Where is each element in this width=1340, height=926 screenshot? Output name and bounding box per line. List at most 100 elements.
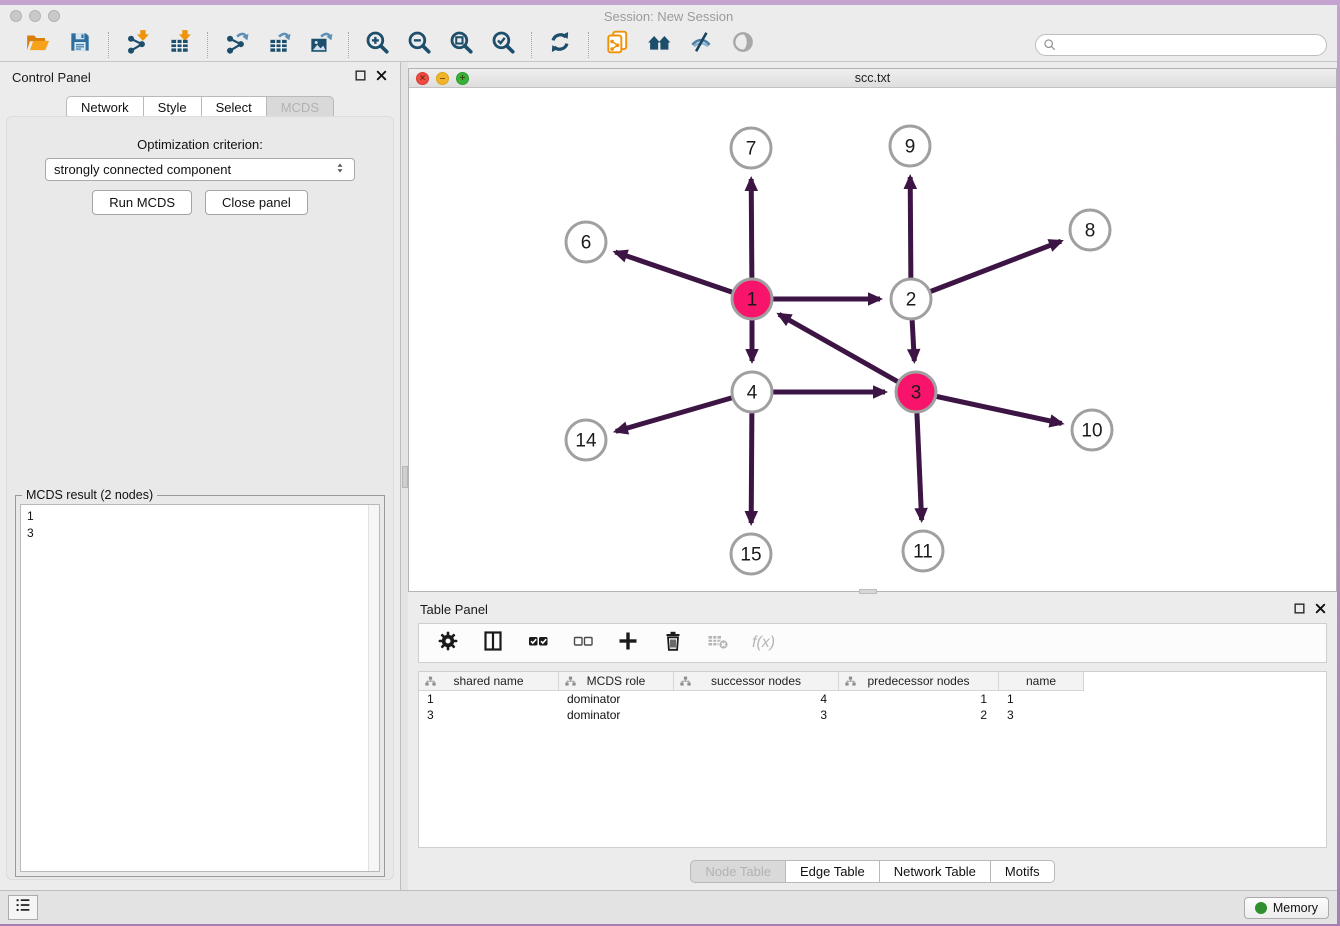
run-mcds-button[interactable]: Run MCDS	[92, 190, 192, 215]
toolbar-group	[109, 30, 207, 60]
network-canvas[interactable]: 7 9 6 8 1 2 4 3 14 10 15 11	[409, 88, 1336, 591]
table-cell[interactable]: 3	[999, 707, 1084, 723]
node-9[interactable]: 9	[890, 126, 930, 166]
table-cell[interactable]: 2	[839, 707, 999, 723]
org-icon	[564, 675, 577, 688]
apply-layout-button[interactable]	[545, 30, 575, 60]
select-all-columns-button[interactable]	[525, 630, 551, 656]
float-table-panel-icon[interactable]	[1293, 602, 1306, 615]
column-header-name[interactable]: name	[999, 672, 1084, 691]
maximize-network-button[interactable]: +	[456, 72, 469, 85]
minimize-network-button[interactable]: –	[436, 72, 449, 85]
zoom-selected-icon	[490, 29, 516, 60]
criterion-dropdown[interactable]: strongly connected component	[45, 158, 355, 181]
table-cell[interactable]: 3	[674, 707, 839, 723]
hide-selected-button[interactable]	[686, 30, 716, 60]
export-network-icon	[223, 29, 249, 60]
column-header-predecessor-nodes[interactable]: predecessor nodes	[839, 672, 999, 691]
table-row[interactable]: 1dominator411	[419, 691, 1326, 707]
column-header-successor-nodes[interactable]: successor nodes	[674, 672, 839, 691]
main-toolbar	[0, 28, 1337, 62]
save-session-button[interactable]	[65, 30, 95, 60]
desktop-background: Session: New Session	[0, 0, 1340, 926]
edge-2-8[interactable]	[911, 241, 1061, 299]
close-table-panel-icon[interactable]	[1314, 602, 1327, 615]
float-panel-icon[interactable]	[354, 69, 367, 82]
table-tab-edge-table[interactable]: Edge Table	[786, 860, 880, 883]
svg-text:15: 15	[740, 545, 761, 566]
export-image-button[interactable]	[305, 30, 335, 60]
table-cell[interactable]: 1	[999, 691, 1084, 707]
search-wrap	[1035, 34, 1327, 56]
table-tab-network-table[interactable]: Network Table	[880, 860, 991, 883]
svg-text:2: 2	[906, 290, 917, 311]
show-all-button[interactable]	[728, 30, 758, 60]
node-15[interactable]: 15	[731, 534, 771, 574]
horizontal-splitter-grip[interactable]	[859, 589, 877, 594]
zoom-fit-button[interactable]	[446, 30, 476, 60]
zoom-in-button[interactable]	[362, 30, 392, 60]
edge-3-10[interactable]	[916, 392, 1062, 423]
mcds-result-textarea[interactable]: 13	[20, 504, 380, 872]
edge-3-1[interactable]	[779, 314, 916, 392]
show-columns-button[interactable]	[480, 630, 506, 656]
close-panel-icon[interactable]	[375, 69, 388, 82]
table-cell[interactable]: 4	[674, 691, 839, 707]
mcds-result-title: MCDS result (2 nodes)	[22, 488, 157, 502]
close-network-button[interactable]: ×	[416, 72, 429, 85]
table-options-button[interactable]	[435, 630, 461, 656]
node-1[interactable]: 1	[732, 279, 772, 319]
first-neighbors-button[interactable]	[644, 30, 674, 60]
app-titlebar: Session: New Session	[0, 5, 1337, 28]
table-cell[interactable]: dominator	[559, 691, 674, 707]
table-cell[interactable]: 1	[839, 691, 999, 707]
minimize-window-button[interactable]	[29, 10, 41, 22]
export-table-button[interactable]	[263, 30, 293, 60]
mcds-result-line: 1	[27, 508, 373, 525]
table-tab-node-table[interactable]: Node Table	[690, 860, 786, 883]
export-network-button[interactable]	[221, 30, 251, 60]
memory-button[interactable]: Memory	[1244, 897, 1329, 919]
column-header-MCDS-role[interactable]: MCDS role	[559, 672, 674, 691]
table-cell[interactable]: 3	[419, 707, 559, 723]
node-11[interactable]: 11	[903, 531, 943, 571]
svg-text:14: 14	[575, 431, 597, 452]
node-4[interactable]: 4	[732, 372, 772, 412]
zoom-selected-button[interactable]	[488, 30, 518, 60]
unselect-all-columns-button[interactable]	[570, 630, 596, 656]
node-8[interactable]: 8	[1070, 210, 1110, 250]
refresh-icon	[547, 29, 573, 60]
task-history-button[interactable]	[8, 895, 38, 920]
node-7[interactable]: 7	[731, 128, 771, 168]
close-panel-button[interactable]: Close panel	[205, 190, 308, 215]
delete-columns-button[interactable]	[660, 630, 686, 656]
search-input[interactable]	[1035, 34, 1327, 56]
zoom-out-button[interactable]	[404, 30, 434, 60]
close-window-button[interactable]	[10, 10, 22, 22]
result-scrollbar[interactable]	[368, 505, 379, 871]
create-column-button[interactable]	[615, 630, 641, 656]
svg-text:9: 9	[905, 137, 916, 158]
node-10[interactable]: 10	[1072, 410, 1112, 450]
zoom-window-button[interactable]	[48, 10, 60, 22]
svg-text:11: 11	[913, 542, 933, 563]
open-session-button[interactable]	[23, 30, 53, 60]
eye-icon	[730, 29, 756, 60]
table-cell[interactable]: dominator	[559, 707, 674, 723]
clone-network-button[interactable]	[602, 30, 632, 60]
table-tab-motifs[interactable]: Motifs	[991, 860, 1055, 883]
vertical-splitter[interactable]	[400, 62, 408, 890]
table-row[interactable]: 3dominator323	[419, 707, 1326, 723]
node-3[interactable]: 3	[896, 372, 936, 412]
column-header-shared-name[interactable]: shared name	[419, 672, 559, 691]
clone-network-icon	[604, 29, 630, 60]
table-header-row: shared name MCDS role successor nodes pr…	[419, 672, 1326, 691]
table-x-icon	[706, 629, 730, 658]
import-network-button[interactable]	[122, 30, 152, 60]
import-table-button[interactable]	[164, 30, 194, 60]
table-cell[interactable]: 1	[419, 691, 559, 707]
node-14[interactable]: 14	[566, 420, 606, 460]
node-2[interactable]: 2	[891, 279, 931, 319]
edge-1-6[interactable]	[615, 252, 752, 299]
node-6[interactable]: 6	[566, 222, 606, 262]
